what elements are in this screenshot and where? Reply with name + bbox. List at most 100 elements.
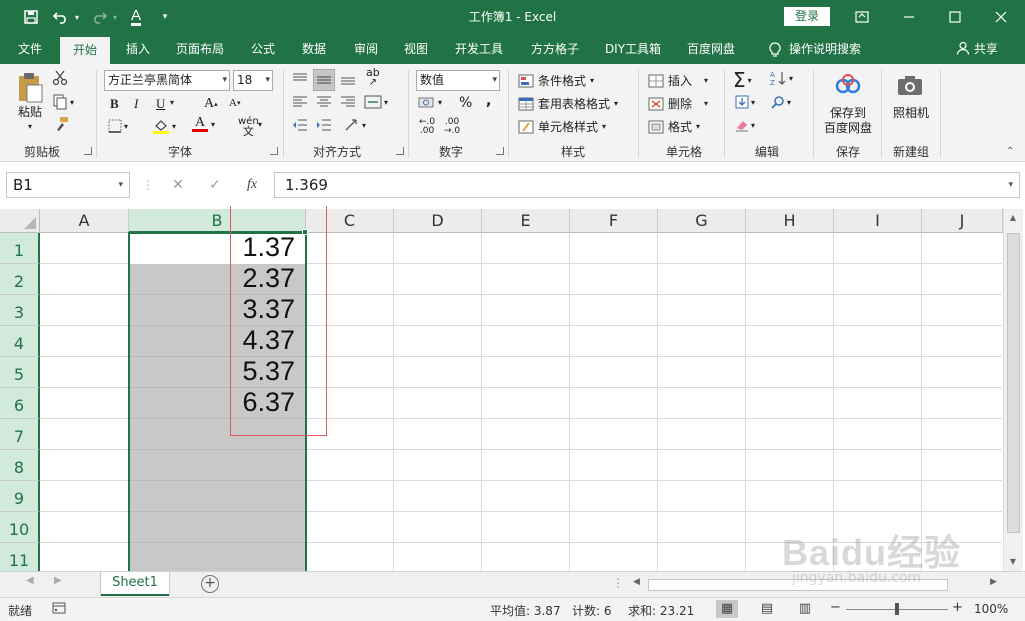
row-header-4[interactable]: 4 <box>0 326 40 357</box>
column-header-f[interactable]: F <box>570 209 658 233</box>
column-header-j[interactable]: J <box>922 209 1003 233</box>
insert-function-icon[interactable]: fx <box>240 172 264 198</box>
clipboard-launcher-icon[interactable] <box>84 147 92 155</box>
undo-dropdown-icon[interactable]: ▾ <box>72 6 82 28</box>
orientation-button[interactable]: ab ↗ <box>366 67 380 88</box>
tab-page-layout[interactable]: 页面布局 <box>168 34 232 64</box>
tab-baidu-netdisk[interactable]: 百度网盘 <box>678 34 744 64</box>
zoom-slider-thumb[interactable] <box>895 603 899 615</box>
baidu-netdisk-icon[interactable] <box>835 74 861 96</box>
name-box-dropdown-icon[interactable]: ▾ <box>118 173 123 197</box>
copy-icon[interactable]: ▾ <box>52 94 74 110</box>
camera-button[interactable]: 照相机 <box>888 106 934 121</box>
format-as-table-button[interactable]: 套用表格格式 ▾ <box>518 95 618 112</box>
close-icon[interactable] <box>979 0 1023 34</box>
align-left-icon[interactable] <box>292 95 308 109</box>
undo-icon[interactable] <box>50 6 72 28</box>
save-to-baidu-button[interactable]: 保存到 百度网盘 <box>820 106 876 136</box>
normal-view-icon[interactable]: ▦ <box>716 600 738 618</box>
row-header-10[interactable]: 10 <box>0 512 40 543</box>
tab-data[interactable]: 数据 <box>292 34 336 64</box>
align-middle-icon[interactable] <box>313 69 335 91</box>
login-button[interactable]: 登录 <box>784 7 830 26</box>
new-sheet-button[interactable]: + <box>201 575 219 593</box>
row-header-7[interactable]: 7 <box>0 419 40 450</box>
row-header-8[interactable]: 8 <box>0 450 40 481</box>
sort-filter-icon[interactable]: AZ ▾ <box>770 70 793 86</box>
maximize-icon[interactable] <box>933 0 977 34</box>
row-header-11[interactable]: 11 <box>0 543 40 571</box>
minimize-icon[interactable] <box>887 0 931 34</box>
scroll-down-icon[interactable]: ▼ <box>1004 557 1022 566</box>
zoom-level[interactable]: 100% <box>974 602 1008 616</box>
tab-tell-me[interactable]: 操作说明搜索 <box>760 34 870 64</box>
row-header-2[interactable]: 2 <box>0 264 40 295</box>
formula-bar-grip-icon[interactable]: ⋮ <box>142 172 154 198</box>
horizontal-scrollbar[interactable]: ◀ ▶ <box>630 577 1003 593</box>
merge-center-icon[interactable]: ▾ <box>364 95 388 109</box>
vertical-scrollbar[interactable]: ▲ ▼ <box>1003 209 1023 571</box>
format-cells-button[interactable]: 格式 ▾ <box>648 118 700 135</box>
row-header-1[interactable]: 1 <box>0 233 40 264</box>
grow-font-button[interactable]: A ▴ <box>204 96 218 112</box>
delete-cells-button[interactable]: 删除 ▾ <box>648 95 708 112</box>
increase-decimal-button[interactable]: ←.0 .00 <box>419 118 435 136</box>
tab-insert[interactable]: 插入 <box>116 34 160 64</box>
redo-dropdown-icon[interactable]: ▾ <box>110 6 120 28</box>
clear-icon[interactable]: ▾ <box>735 118 755 132</box>
confirm-entry-icon[interactable]: ✓ <box>203 172 227 198</box>
tab-split-grip-icon[interactable]: ⋮ <box>612 576 624 590</box>
fill-down-icon[interactable]: ▾ <box>735 95 755 109</box>
decrease-decimal-button[interactable]: .00 →.0 <box>444 118 460 136</box>
row-header-5[interactable]: 5 <box>0 357 40 388</box>
align-right-icon[interactable] <box>340 95 356 109</box>
align-top-icon[interactable] <box>292 72 308 86</box>
tab-view[interactable]: 视图 <box>394 34 438 64</box>
column-header-h[interactable]: H <box>746 209 834 233</box>
camera-icon[interactable] <box>896 74 924 96</box>
sheet-prev-icon[interactable]: ◀ <box>26 575 34 586</box>
vertical-scroll-thumb[interactable] <box>1007 233 1020 533</box>
paste-dropdown-icon[interactable]: ▾ <box>28 122 38 131</box>
font-color-button[interactable]: A <box>192 116 208 132</box>
share-button[interactable]: 共享 <box>956 34 998 64</box>
shrink-font-button[interactable]: A ▾ <box>229 97 240 109</box>
expand-formula-bar-icon[interactable]: ▾ <box>1008 173 1013 197</box>
font-color-icon[interactable]: A <box>126 6 146 28</box>
align-bottom-icon[interactable] <box>340 72 356 86</box>
tab-ffcell[interactable]: 方方格子 <box>522 34 588 64</box>
row-header-6[interactable]: 6 <box>0 388 40 419</box>
page-break-view-icon[interactable]: ▥ <box>794 600 816 618</box>
scroll-left-icon[interactable]: ◀ <box>633 577 640 587</box>
font-size-select[interactable]: 18 ▾ <box>233 70 273 91</box>
customize-qat-icon[interactable]: ▾ <box>158 6 172 28</box>
font-launcher-icon[interactable] <box>270 147 278 155</box>
conditional-formatting-button[interactable]: 条件格式 ▾ <box>518 72 594 89</box>
find-select-icon[interactable]: ▾ <box>771 95 791 109</box>
tab-home[interactable]: 开始 <box>60 37 110 64</box>
format-painter-icon[interactable] <box>54 116 70 132</box>
underline-button[interactable]: U <box>156 96 165 112</box>
sheet-tab-sheet1[interactable]: Sheet1 <box>101 572 169 596</box>
font-color-dropdown-icon[interactable]: ▾ <box>211 120 215 129</box>
insert-cells-button[interactable]: 插入 ▾ <box>648 72 708 89</box>
tab-review[interactable]: 审阅 <box>344 34 388 64</box>
save-icon[interactable] <box>20 6 42 28</box>
row-header-9[interactable]: 9 <box>0 481 40 512</box>
tab-diy-toolbox[interactable]: DIY工具箱 <box>597 34 669 64</box>
sheet-next-icon[interactable]: ▶ <box>54 575 62 586</box>
comma-button[interactable]: , <box>486 93 491 109</box>
borders-icon[interactable]: ▾ <box>108 119 128 133</box>
column-header-a[interactable]: A <box>40 209 129 233</box>
phonetic-dropdown-icon[interactable]: ▾ <box>258 120 262 129</box>
font-name-select[interactable]: 方正兰亭黑简体 ▾ <box>104 70 230 91</box>
percent-button[interactable]: % <box>459 95 472 111</box>
bold-button[interactable]: B <box>110 96 119 112</box>
underline-dropdown-icon[interactable]: ▾ <box>170 98 174 107</box>
page-layout-view-icon[interactable]: ▤ <box>756 600 778 618</box>
text-direction-icon[interactable]: ▾ <box>344 118 366 132</box>
macro-record-icon[interactable] <box>52 601 66 618</box>
italic-button[interactable]: I <box>134 96 138 112</box>
ribbon-display-icon[interactable] <box>840 0 884 34</box>
horizontal-scroll-thumb[interactable] <box>648 579 948 591</box>
